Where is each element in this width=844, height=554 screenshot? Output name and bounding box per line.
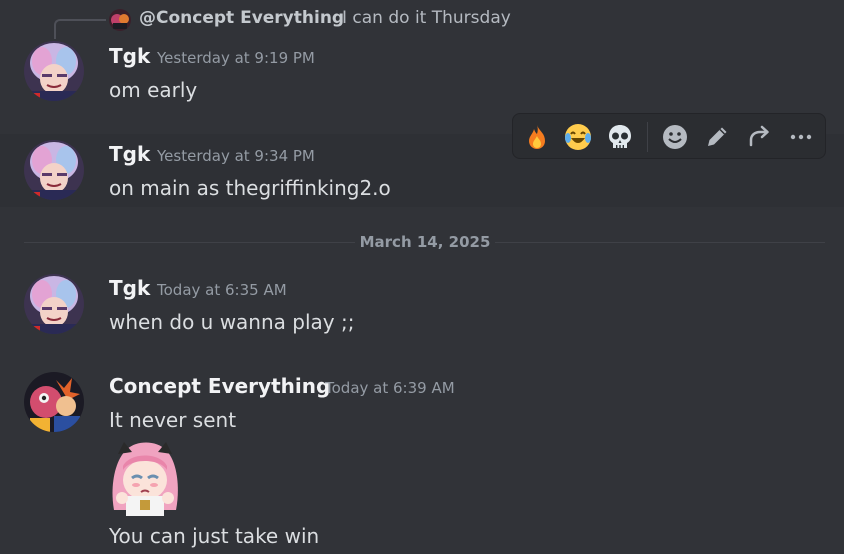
fire-emoji-button[interactable]	[520, 120, 554, 154]
reply-connector	[54, 19, 106, 39]
message-author[interactable]: Tgk	[109, 44, 150, 68]
message-author[interactable]: Tgk	[109, 276, 150, 300]
date-divider: March 14, 2025	[355, 233, 495, 251]
message-text: It never sent	[109, 408, 237, 432]
toolbar-separator	[647, 122, 648, 152]
divider-line	[24, 242, 355, 243]
forward-button[interactable]	[742, 120, 776, 154]
joy-icon	[565, 124, 591, 150]
message-text: when do u wanna play ;;	[109, 310, 355, 334]
message-timestamp: Today at 6:39 AM	[325, 379, 455, 397]
divider-line	[495, 242, 825, 243]
message-author[interactable]: Tgk	[109, 142, 150, 166]
avatar[interactable]	[24, 372, 84, 432]
edit-button[interactable]	[700, 120, 734, 154]
avatar[interactable]	[24, 274, 84, 334]
reply-text[interactable]: I can do it Thursday	[342, 8, 511, 28]
more-icon	[790, 134, 812, 140]
message-timestamp: Yesterday at 9:19 PM	[157, 49, 315, 67]
reply-avatar[interactable]	[109, 9, 131, 31]
message-timestamp: Yesterday at 9:34 PM	[157, 147, 315, 165]
reply-mention[interactable]: @Concept Everything	[139, 8, 344, 28]
skull-icon	[609, 125, 631, 148]
add-reaction-button[interactable]	[658, 120, 692, 154]
chat-messages: @Concept Everything I can do it Thursday…	[0, 0, 844, 554]
more-button[interactable]	[784, 120, 818, 154]
fire-icon	[529, 125, 545, 149]
anime-sticker-image[interactable]	[108, 440, 182, 516]
forward-icon	[749, 125, 769, 147]
message-text: om early	[109, 78, 198, 102]
joy-emoji-button[interactable]	[561, 120, 595, 154]
message-author[interactable]: Concept Everything	[109, 374, 330, 398]
skull-emoji-button[interactable]	[603, 120, 637, 154]
avatar[interactable]	[24, 140, 84, 200]
add-reaction-icon	[663, 125, 687, 149]
message-toolbar	[512, 113, 826, 159]
edit-icon	[708, 127, 727, 146]
avatar[interactable]	[24, 41, 84, 101]
message-text: You can just take win	[109, 524, 320, 548]
message-text: on main as thegriffinking2.o	[109, 176, 391, 200]
message-timestamp: Today at 6:35 AM	[157, 281, 287, 299]
